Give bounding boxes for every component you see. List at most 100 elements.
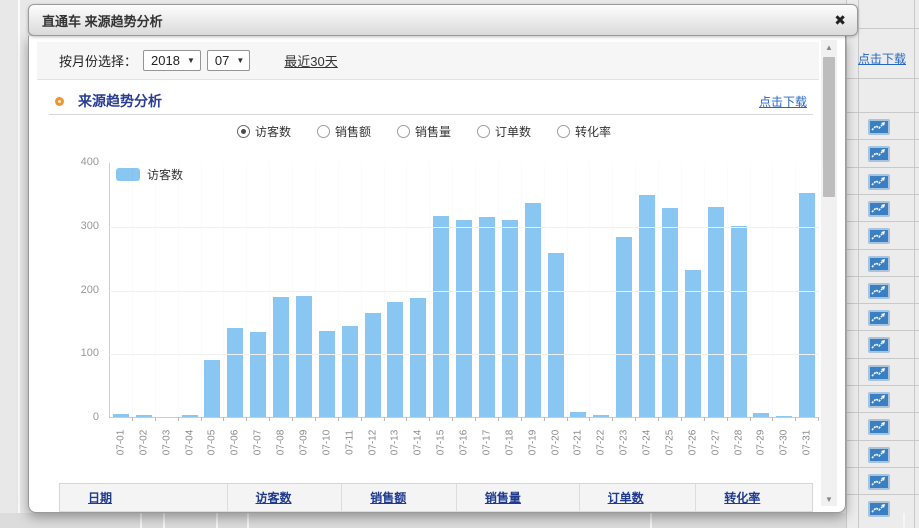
trend-chart-icon[interactable] <box>868 337 890 353</box>
x-axis-tick-label: 07-15 <box>436 423 447 463</box>
bar-07-06[interactable] <box>227 328 243 417</box>
bar-07-05[interactable] <box>204 360 220 417</box>
bar-slot: 07-04 <box>179 162 202 417</box>
bar-07-01[interactable] <box>113 414 129 417</box>
bar-07-19[interactable] <box>525 203 541 417</box>
bar-07-29[interactable] <box>753 413 769 417</box>
radio-icon[interactable] <box>317 125 330 138</box>
background-table-border <box>650 513 652 528</box>
bar-07-24[interactable] <box>639 195 655 417</box>
table-row <box>868 283 892 301</box>
bar-07-20[interactable] <box>548 253 564 417</box>
bar-slot: 07-28 <box>728 162 751 417</box>
detail-table-row <box>60 511 812 513</box>
metric-radio-4[interactable]: 订单数 <box>477 123 531 140</box>
trend-chart-icon[interactable] <box>868 447 890 463</box>
bar-07-28[interactable] <box>731 226 747 417</box>
trend-chart-icon[interactable] <box>868 419 890 435</box>
bar-07-14[interactable] <box>410 298 426 417</box>
metric-radio-1[interactable]: 访客数 <box>237 123 291 140</box>
table-header-1: 日期 <box>60 484 227 511</box>
bar-07-23[interactable] <box>616 237 632 417</box>
bar-07-13[interactable] <box>387 302 403 417</box>
metric-radio-3[interactable]: 销售量 <box>397 123 451 140</box>
bar-slot: 07-29 <box>751 162 774 417</box>
trend-chart-icon[interactable] <box>868 474 890 490</box>
bar-slot: 07-02 <box>133 162 156 417</box>
table-header-link[interactable]: 转化率 <box>724 489 760 506</box>
bar-07-07[interactable] <box>250 332 266 417</box>
bar-07-17[interactable] <box>479 217 495 417</box>
trend-chart-icon[interactable] <box>868 392 890 408</box>
background-table-border <box>846 467 919 468</box>
download-link[interactable]: 点击下载 <box>759 93 807 110</box>
gridline <box>109 354 819 355</box>
bar-07-27[interactable] <box>708 207 724 417</box>
scrollbar-thumb[interactable] <box>823 57 835 197</box>
bar-07-15[interactable] <box>433 216 449 417</box>
radio-selected-icon[interactable] <box>237 125 250 138</box>
trend-chart-icon[interactable] <box>868 283 890 299</box>
background-table-border <box>846 330 919 331</box>
trend-chart-icon[interactable] <box>868 174 890 190</box>
bar-slot: 07-10 <box>316 162 339 417</box>
bar-07-30[interactable] <box>776 416 792 417</box>
table-header-6: 转化率 <box>695 484 812 511</box>
bar-07-25[interactable] <box>662 208 678 417</box>
x-axis-tick-label: 07-19 <box>527 423 538 463</box>
table-cell <box>456 512 579 513</box>
bar-07-18[interactable] <box>502 220 518 417</box>
x-axis-tick-label: 07-31 <box>802 423 813 463</box>
table-row <box>868 146 892 164</box>
background-download-link[interactable]: 点击下载 <box>858 50 906 67</box>
close-icon[interactable]: ✖ <box>834 13 846 27</box>
bar-07-11[interactable] <box>342 326 358 417</box>
trend-chart-icon[interactable] <box>868 119 890 135</box>
x-axis-tick-label: 07-29 <box>756 423 767 463</box>
scroll-down-icon[interactable]: ▼ <box>821 492 837 506</box>
scroll-up-icon[interactable]: ▲ <box>821 40 837 54</box>
bar-07-04[interactable] <box>182 415 198 417</box>
bar-07-10[interactable] <box>319 331 335 417</box>
background-table-border <box>846 78 919 79</box>
trend-chart-icon[interactable] <box>868 310 890 326</box>
orange-bullet-icon <box>55 97 64 106</box>
bar-07-08[interactable] <box>273 297 289 417</box>
year-select[interactable]: 2018 ▼ <box>143 50 201 71</box>
trend-chart-icon[interactable] <box>868 228 890 244</box>
dialog-scrollbar[interactable]: ▲ ▼ <box>821 40 837 506</box>
table-header-link[interactable]: 订单数 <box>608 489 644 506</box>
metric-radio-2[interactable]: 销售额 <box>317 123 371 140</box>
bar-07-22[interactable] <box>593 415 609 417</box>
metric-radio-5[interactable]: 转化率 <box>557 123 611 140</box>
bar-07-16[interactable] <box>456 220 472 417</box>
table-header-link[interactable]: 销售额 <box>370 489 406 506</box>
radio-icon[interactable] <box>477 125 490 138</box>
table-header-link[interactable]: 销售量 <box>485 489 521 506</box>
metric-radio-label: 销售额 <box>335 123 371 140</box>
radio-icon[interactable] <box>397 125 410 138</box>
dialog-titlebar: 直通车 来源趋势分析 ✖ <box>28 4 858 36</box>
recent-30-days-link[interactable]: 最近30天 <box>284 51 337 70</box>
month-select[interactable]: 07 ▼ <box>207 50 250 71</box>
bar-slot: 07-08 <box>270 162 293 417</box>
y-axis-tick-label: 200 <box>29 284 99 296</box>
month-filter-label: 按月份选择： <box>59 51 137 70</box>
radio-icon[interactable] <box>557 125 570 138</box>
bar-07-26[interactable] <box>685 270 701 417</box>
trend-chart-icon[interactable] <box>868 365 890 381</box>
bar-07-21[interactable] <box>570 412 586 417</box>
bar-slot: 07-05 <box>202 162 225 417</box>
trend-chart-icon[interactable] <box>868 146 890 162</box>
bar-07-02[interactable] <box>136 415 152 417</box>
table-header-3: 销售额 <box>341 484 456 511</box>
trend-chart-icon[interactable] <box>868 201 890 217</box>
bar-slot: 07-09 <box>293 162 316 417</box>
trend-chart-icon[interactable] <box>868 256 890 272</box>
bar-07-09[interactable] <box>296 296 312 417</box>
table-header-link[interactable]: 日期 <box>88 489 112 506</box>
bar-07-12[interactable] <box>365 313 381 417</box>
table-header-link[interactable]: 访客数 <box>256 489 292 506</box>
trend-chart-icon[interactable] <box>868 501 890 517</box>
trend-bar-chart: 访客数 07-0107-0207-0307-0407-0507-0607-070… <box>29 146 819 506</box>
